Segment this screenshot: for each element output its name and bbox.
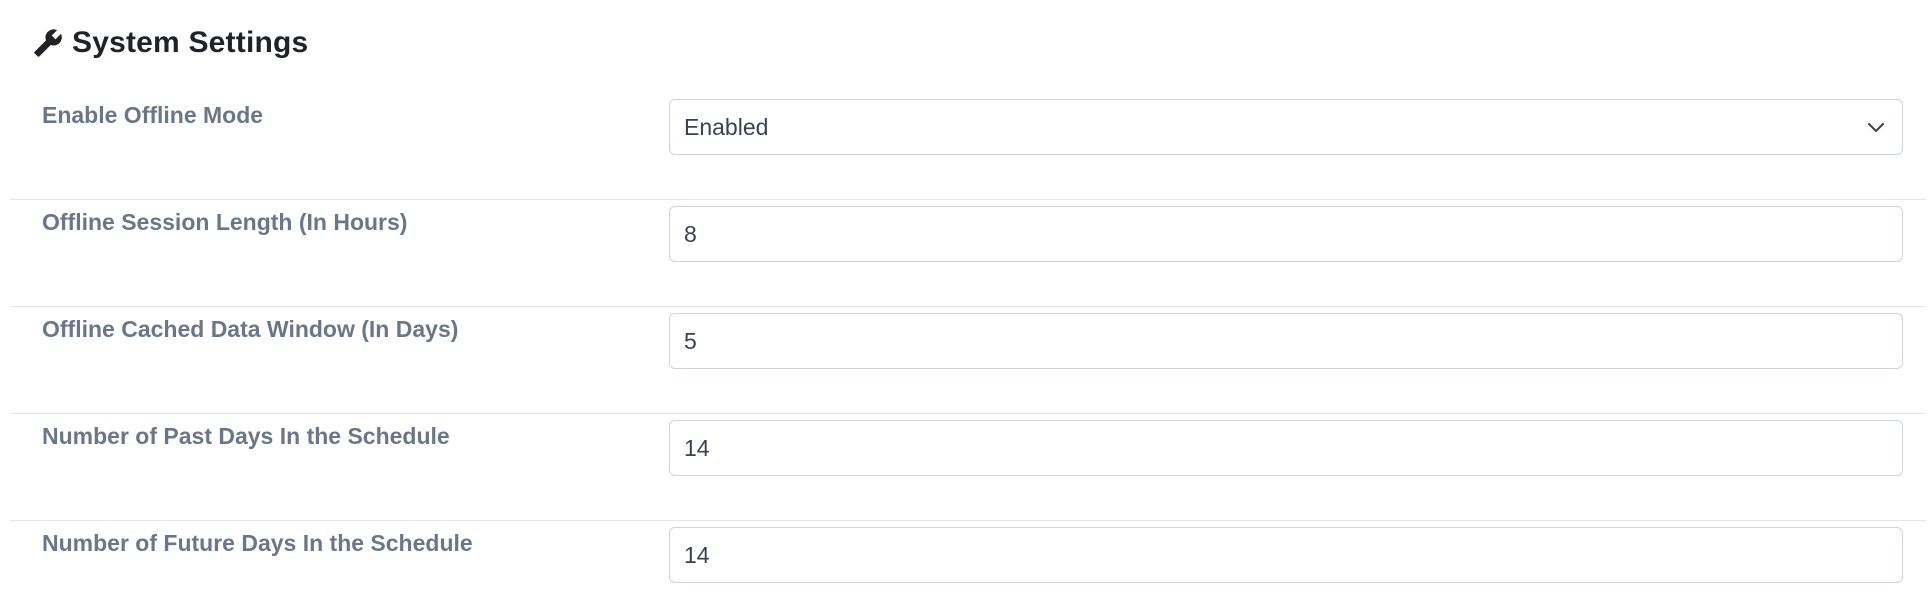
- setting-row-future-days: Number of Future Days In the Schedule 14: [10, 521, 1926, 604]
- cached-data-window-input[interactable]: 5: [669, 313, 1903, 369]
- input-value: 14: [684, 434, 710, 461]
- setting-row-offline-mode: Enable Offline Mode Enabled: [10, 93, 1926, 200]
- wrench-icon: [32, 27, 64, 59]
- setting-label: Offline Cached Data Window (In Days): [42, 316, 459, 342]
- input-value: 8: [684, 220, 697, 247]
- system-settings-panel: System Settings Enable Offline Mode Enab…: [0, 0, 1928, 604]
- past-days-input[interactable]: 14: [669, 420, 1903, 476]
- setting-label: Enable Offline Mode: [42, 102, 264, 128]
- panel-header: System Settings: [32, 22, 308, 64]
- setting-row-past-days: Number of Past Days In the Schedule 14: [10, 414, 1926, 521]
- session-length-input[interactable]: 8: [669, 206, 1903, 262]
- setting-row-session-length: Offline Session Length (In Hours) 8: [10, 200, 1926, 307]
- select-value: Enabled: [684, 113, 769, 140]
- setting-label: Number of Future Days In the Schedule: [42, 530, 473, 556]
- page-title: System Settings: [72, 26, 309, 59]
- setting-label: Offline Session Length (In Hours): [42, 209, 408, 235]
- future-days-input[interactable]: 14: [669, 527, 1903, 583]
- setting-label: Number of Past Days In the Schedule: [42, 423, 450, 449]
- offline-mode-select[interactable]: Enabled: [669, 99, 1903, 155]
- setting-row-cached-data-window: Offline Cached Data Window (In Days) 5: [10, 307, 1926, 414]
- input-value: 5: [684, 327, 697, 354]
- chevron-down-icon: [1864, 115, 1888, 139]
- input-value: 14: [684, 541, 710, 568]
- settings-list: Enable Offline Mode Enabled Offline Sess…: [10, 93, 1926, 604]
